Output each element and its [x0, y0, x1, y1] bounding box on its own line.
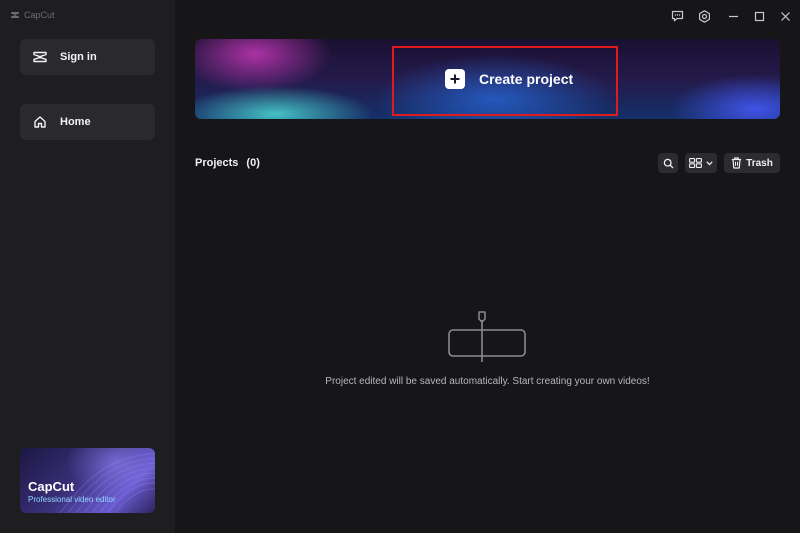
maximize-icon[interactable] — [749, 7, 769, 25]
create-project-button[interactable]: Create project — [445, 68, 573, 90]
home-icon — [32, 114, 48, 130]
app-title-bar: CapCut — [10, 7, 55, 23]
trash-icon — [731, 157, 742, 169]
empty-state-message: Project edited will be saved automatical… — [325, 376, 650, 387]
empty-timeline-icon — [448, 311, 526, 362]
projects-count: (0) — [246, 157, 260, 169]
promo-title: CapCut — [28, 479, 75, 494]
sign-in-button[interactable]: Sign in — [20, 39, 155, 75]
trash-button[interactable]: Trash — [724, 153, 780, 173]
chevron-down-icon — [706, 160, 713, 165]
view-toggle-button[interactable] — [685, 153, 717, 173]
search-icon — [663, 158, 673, 168]
trash-label: Trash — [746, 157, 773, 169]
projects-header: Projects (0) — [195, 154, 260, 172]
main-panel: Create project Projects (0) Trash Projec… — [175, 0, 800, 533]
create-project-banner[interactable]: Create project — [195, 39, 780, 119]
grid-view-icon — [689, 158, 702, 168]
sign-in-label: Sign in — [60, 51, 97, 63]
minimize-icon[interactable] — [723, 7, 743, 25]
capcut-logo-icon — [11, 12, 19, 18]
promo-subtitle: Professional video editor — [28, 495, 116, 504]
capcut-window: CapCut Sign in Home CapCut Professional … — [0, 0, 800, 533]
feedback-icon[interactable] — [667, 7, 687, 25]
sidebar: CapCut Sign in Home CapCut Professional … — [0, 0, 176, 533]
sidebar-item-home[interactable]: Home — [20, 104, 155, 140]
app-title: CapCut — [24, 10, 55, 20]
capcut-pro-promo[interactable]: CapCut Professional video editor — [20, 448, 155, 513]
capcut-logo-icon — [32, 49, 48, 65]
search-button[interactable] — [658, 153, 678, 173]
plus-icon — [445, 69, 465, 89]
settings-icon[interactable] — [694, 7, 714, 25]
home-label: Home — [60, 116, 91, 128]
close-icon[interactable] — [775, 7, 795, 25]
create-project-label: Create project — [479, 71, 574, 87]
projects-label: Projects — [195, 157, 239, 169]
